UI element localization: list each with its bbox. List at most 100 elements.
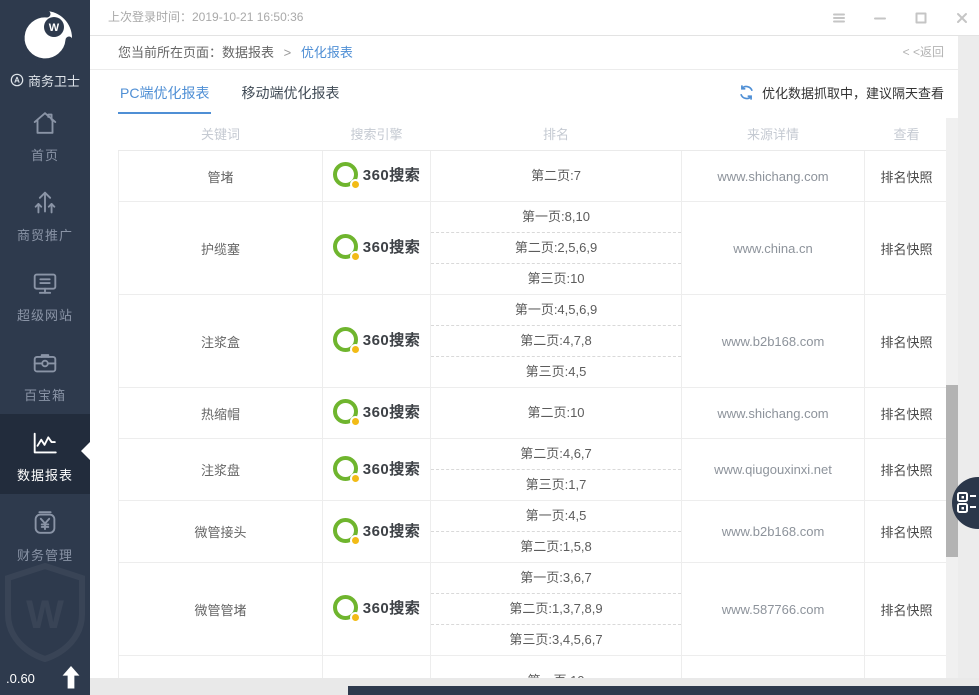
sidebar-item-toolbox[interactable]: 百宝箱 [0, 334, 90, 414]
menu-button[interactable] [831, 10, 846, 25]
version-label: .0.60 [6, 671, 35, 686]
rank-cell: 第二页:4,6,7第三页:1,7 [431, 439, 682, 501]
sidebar-item-label: 商贸推广 [0, 225, 90, 244]
source-cell: www.b2b168.com [722, 334, 825, 349]
website-icon [30, 268, 60, 298]
view-link[interactable]: 排名快照 [880, 603, 932, 618]
search-engine-360-icon [333, 456, 358, 481]
breadcrumb-current-link[interactable]: 优化报表 [301, 45, 353, 60]
rank-line: 第三页:3,4,5,6,7 [431, 624, 681, 655]
svg-text:W: W [49, 22, 60, 34]
app-window: { "app": { "brand": "商务卫士", "version": "… [0, 0, 979, 695]
keyword-cell: 注浆盒 [119, 295, 323, 388]
content-panel: 您当前所在页面：数据报表 > 优化报表 < <返回 PC端优化报表移动端优化报表… [90, 36, 958, 678]
engine-badge: 360搜索 [333, 327, 421, 352]
rank-line: 第一页:3,6,7 [431, 563, 681, 593]
table-row: 微管管堵 360搜索 第一页:3,6,7第二页:1,3,7,8,9第三页:3,4… [119, 563, 949, 656]
engine-label: 360搜索 [363, 458, 421, 479]
rank-cell: 第一页:10 [431, 656, 682, 679]
sidebar-item-home[interactable]: 首页 [0, 94, 90, 174]
sidebar-item-promotion[interactable]: 商贸推广 [0, 174, 90, 254]
engine-badge: 360搜索 [333, 162, 421, 187]
horizontal-scrollbar-thumb[interactable] [348, 686, 979, 695]
column-header: 关键词 [119, 116, 323, 151]
engine-label: 360搜索 [363, 597, 421, 618]
source-cell: www.587766.com [722, 602, 825, 617]
column-header: 搜索引擎 [323, 116, 431, 151]
search-engine-360-icon [333, 162, 358, 187]
window-controls [831, 0, 969, 35]
column-header: 查看 [865, 116, 949, 151]
maximize-button[interactable] [913, 10, 928, 25]
watermark-shield-icon: W [2, 562, 88, 667]
rank-line: 第二页:4,6,7 [431, 439, 681, 469]
keyword-cell [119, 656, 323, 679]
source-cell: www.shichang.com [717, 406, 828, 421]
qr-code-icon [955, 491, 979, 515]
table-row: 管堵 360搜索 第二页:7 www.shichang.com 排名快照 [119, 151, 949, 202]
table-row: 注浆盒 360搜索 第一页:4,5,6,9第二页:4,7,8第三页:4,5 ww… [119, 295, 949, 388]
sidebar-item-label: 数据报表 [0, 465, 90, 484]
rank-line: 第二页:1,3,7,8,9 [431, 593, 681, 624]
back-button[interactable]: < <返回 [903, 36, 944, 69]
search-engine-360-icon [333, 234, 358, 259]
close-icon [955, 11, 969, 25]
vertical-scrollbar-thumb[interactable] [946, 385, 958, 557]
sidebar-item-website[interactable]: 超级网站 [0, 254, 90, 334]
view-link[interactable]: 排名快照 [880, 525, 932, 540]
sidebar-item-label: 百宝箱 [0, 385, 90, 404]
keyword-cell: 微管接头 [119, 501, 323, 563]
minimize-icon [873, 11, 887, 25]
view-link[interactable]: 排名快照 [880, 242, 932, 257]
table-row: 微管接头 360搜索 第一页:4,5第二页:1,5,8 www.b2b168.c… [119, 501, 949, 563]
scroll-top-button[interactable] [62, 666, 80, 688]
source-cell: www.china.cn [733, 241, 812, 256]
sidebar-item-label: 超级网站 [0, 305, 90, 324]
tab-1[interactable]: 移动端优化报表 [239, 83, 341, 114]
rank-line: 第二页:10 [431, 398, 681, 428]
up-arrow-icon [62, 666, 80, 689]
view-link[interactable]: 排名快照 [880, 407, 932, 422]
minimize-button[interactable] [872, 10, 887, 25]
titlebar: 上次登录时间：2019-10-21 16:50:36 [90, 0, 979, 36]
keyword-cell: 注浆盘 [119, 439, 323, 501]
view-link[interactable]: 排名快照 [880, 335, 932, 350]
source-cell: www.b2b168.com [722, 524, 825, 539]
close-button[interactable] [954, 10, 969, 25]
sidebar-nav: 首页 商贸推广 超级网站 百宝箱 数据报表 财务管理 [0, 94, 90, 574]
table-row: 护缆塞 360搜索 第一页:8,10第二页:2,5,6,9第三页:10 www.… [119, 202, 949, 295]
engine-badge: 360搜索 [333, 234, 421, 259]
engine-badge: 360搜索 [333, 456, 421, 481]
tab-0[interactable]: PC端优化报表 [118, 83, 211, 114]
rank-cell: 第一页:4,5第二页:1,5,8 [431, 501, 682, 563]
report-icon [30, 428, 60, 458]
vertical-scrollbar[interactable] [946, 118, 958, 678]
table-row: 注浆盘 360搜索 第二页:4,6,7第三页:1,7 www.qiugouxin… [119, 439, 949, 501]
source-cell: www.shichang.com [717, 169, 828, 184]
rank-line: 第一页:4,5 [431, 501, 681, 531]
sidebar: W 商务卫士 首页 商贸推广 超级网站 百宝箱 数据报表 财务管理 [0, 0, 90, 695]
keyword-cell: 管堵 [119, 151, 323, 202]
view-link[interactable]: 排名快照 [880, 170, 932, 185]
engine-label: 360搜索 [363, 401, 421, 422]
breadcrumb-separator: > [284, 45, 292, 60]
active-pointer [72, 442, 90, 460]
keyword-cell: 护缆塞 [119, 202, 323, 295]
breadcrumb: 您当前所在页面：数据报表 > 优化报表 < <返回 [90, 36, 958, 70]
promotion-icon [30, 188, 60, 218]
rank-cell: 第一页:8,10第二页:2,5,6,9第三页:10 [431, 202, 682, 295]
horizontal-scrollbar[interactable] [90, 678, 979, 695]
rank-line: 第二页:7 [431, 161, 681, 191]
sidebar-item-report[interactable]: 数据报表 [0, 414, 90, 494]
search-engine-360-icon [333, 518, 358, 543]
rank-line: 第一页:10 [431, 666, 681, 678]
table-header-row: 关键词搜索引擎排名来源详情查看 [119, 116, 949, 151]
view-link[interactable]: 排名快照 [880, 463, 932, 478]
engine-label: 360搜索 [363, 236, 421, 257]
rank-cell: 第一页:4,5,6,9第二页:4,7,8第三页:4,5 [431, 295, 682, 388]
keyword-cell: 微管管堵 [119, 563, 323, 656]
rank-line: 第三页:1,7 [431, 469, 681, 500]
app-logo-icon: W [16, 9, 74, 67]
toolbox-icon [30, 348, 60, 378]
rank-line: 第一页:4,5,6,9 [431, 295, 681, 325]
